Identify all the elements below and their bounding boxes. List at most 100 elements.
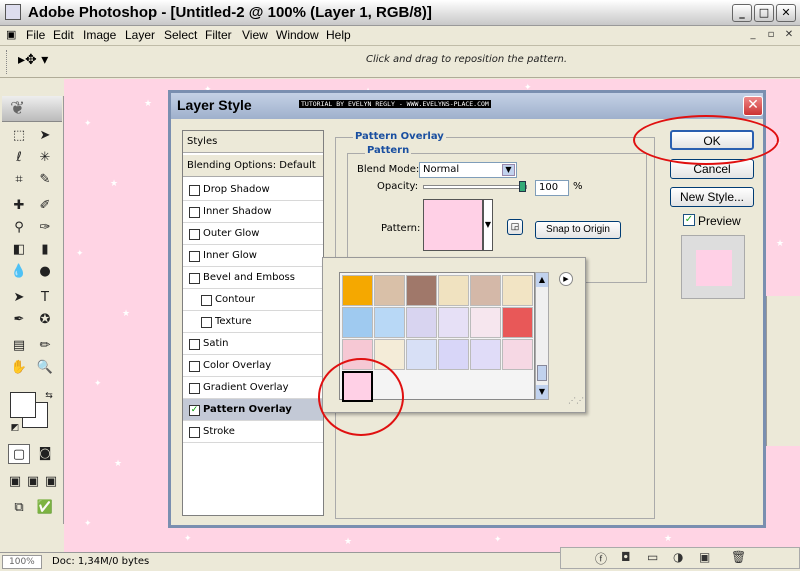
menu-select[interactable]: Select: [164, 28, 197, 42]
minimize-button[interactable]: _: [732, 4, 752, 22]
standard-mode-icon[interactable]: ▢: [8, 444, 30, 464]
crop-tool-icon[interactable]: ⌗: [8, 170, 30, 190]
new-style-button[interactable]: New Style...: [670, 187, 754, 207]
new-preset-icon[interactable]: ◲: [507, 219, 523, 235]
opacity-slider[interactable]: [423, 185, 527, 189]
pattern-swatch[interactable]: [502, 307, 533, 338]
pattern-swatch[interactable]: [406, 275, 437, 306]
maximize-button[interactable]: □: [754, 4, 774, 22]
dodge-tool-icon[interactable]: ●: [34, 262, 56, 282]
menu-filter[interactable]: Filter: [205, 28, 232, 42]
scroll-up-icon[interactable]: ▲: [536, 273, 548, 287]
foreground-color-swatch[interactable]: [10, 392, 36, 418]
style-checkbox[interactable]: [189, 229, 200, 240]
menu-view[interactable]: View: [242, 28, 268, 42]
pattern-swatch[interactable]: [342, 307, 373, 338]
scroll-thumb[interactable]: [537, 365, 547, 381]
pattern-preview[interactable]: [423, 199, 483, 251]
pen-tool-icon[interactable]: ✒: [8, 310, 30, 330]
style-item-color-overlay[interactable]: Color Overlay: [183, 355, 323, 377]
style-item-inner-glow[interactable]: Inner Glow: [183, 245, 323, 267]
style-checkbox[interactable]: [189, 207, 200, 218]
pattern-picker-scrollbar[interactable]: ▲ ▼: [535, 272, 549, 400]
new-layer-icon[interactable]: ▣: [699, 550, 710, 564]
preview-checkbox[interactable]: ✓: [683, 214, 695, 226]
pattern-dropdown-arrow[interactable]: ▼: [483, 199, 493, 251]
style-checkbox[interactable]: ✓: [189, 405, 200, 416]
menu-image[interactable]: Image: [83, 28, 116, 42]
menu-layer[interactable]: Layer: [125, 28, 155, 42]
dialog-close-button[interactable]: ✕: [743, 96, 763, 116]
default-colors-icon[interactable]: ◩: [4, 418, 26, 438]
custom-shape-icon[interactable]: ✪: [34, 310, 56, 330]
history-brush-icon[interactable]: ✑: [34, 218, 56, 238]
pattern-swatch[interactable]: [438, 307, 469, 338]
opacity-input[interactable]: 100: [535, 180, 569, 196]
trash-icon[interactable]: 🗑: [731, 550, 746, 564]
style-item-drop-shadow[interactable]: Drop Shadow: [183, 179, 323, 201]
pattern-swatch[interactable]: [502, 339, 533, 370]
style-item-bevel-and-emboss[interactable]: Bevel and Emboss: [183, 267, 323, 289]
pattern-swatch[interactable]: [470, 275, 501, 306]
style-item-inner-shadow[interactable]: Inner Shadow: [183, 201, 323, 223]
gradient-tool-icon[interactable]: ▮: [34, 240, 56, 260]
clone-stamp-icon[interactable]: ⚲: [8, 218, 30, 238]
notes-tool-icon[interactable]: ▤: [8, 336, 30, 356]
style-item-stroke[interactable]: Stroke: [183, 421, 323, 443]
pattern-swatch[interactable]: [406, 339, 437, 370]
menu-file[interactable]: File: [26, 28, 45, 42]
move-tool-icon[interactable]: ➤: [34, 126, 56, 146]
screen-mode-3-icon[interactable]: ▣: [40, 472, 62, 492]
style-checkbox[interactable]: [189, 361, 200, 372]
doc-minimize-button[interactable]: _: [746, 28, 760, 42]
style-checkbox[interactable]: [201, 317, 212, 328]
healing-brush-icon[interactable]: ✚: [8, 196, 30, 216]
style-checkbox[interactable]: [189, 383, 200, 394]
menu-window[interactable]: Window: [276, 28, 319, 42]
zoom-field[interactable]: 100%: [2, 555, 42, 569]
scroll-down-icon[interactable]: ▼: [536, 385, 548, 399]
style-item-contour[interactable]: Contour: [183, 289, 323, 311]
magic-wand-tool-icon[interactable]: ✳: [34, 148, 56, 168]
pattern-swatch[interactable]: [502, 275, 533, 306]
type-tool-icon[interactable]: T: [34, 288, 56, 308]
pattern-swatch[interactable]: [438, 275, 469, 306]
lasso-tool-icon[interactable]: ℓ: [8, 148, 30, 168]
blur-tool-icon[interactable]: 💧: [8, 262, 30, 282]
adjustment-layer-icon[interactable]: ◑: [673, 550, 683, 564]
layer-style-icon[interactable]: ⓕ: [595, 550, 607, 567]
style-item-pattern-overlay[interactable]: ✓ Pattern Overlay: [183, 399, 323, 421]
slice-tool-icon[interactable]: ✎: [34, 170, 56, 190]
marquee-tool-icon[interactable]: ⬚: [8, 126, 30, 146]
style-checkbox[interactable]: [201, 295, 212, 306]
new-group-icon[interactable]: ▭: [647, 550, 658, 564]
hand-tool-icon[interactable]: ✋: [8, 358, 30, 378]
close-button[interactable]: ✕: [776, 4, 796, 22]
doc-close-button[interactable]: ✕: [782, 28, 796, 42]
doc-size-info[interactable]: Doc: 1,34M/0 bytes: [52, 556, 149, 567]
move-tool-icon[interactable]: ▸✥ ▾: [18, 52, 48, 68]
style-checkbox[interactable]: [189, 427, 200, 438]
edit-in-imageready-icon[interactable]: ✅: [34, 498, 56, 518]
opacity-slider-knob[interactable]: [519, 181, 526, 192]
style-checkbox[interactable]: [189, 273, 200, 284]
pattern-swatch[interactable]: [406, 307, 437, 338]
picker-menu-arrow-icon[interactable]: ▶: [559, 272, 573, 286]
resize-grip-icon[interactable]: ⋰⋰: [568, 397, 584, 411]
style-checkbox[interactable]: [189, 339, 200, 350]
style-item-texture[interactable]: Texture: [183, 311, 323, 333]
style-item-styles[interactable]: Styles: [183, 131, 323, 153]
jump-to-imageready-icon[interactable]: ⧉: [8, 498, 30, 518]
style-checkbox[interactable]: [189, 251, 200, 262]
eraser-tool-icon[interactable]: ◧: [8, 240, 30, 260]
eyedropper-tool-icon[interactable]: ✏: [34, 336, 56, 356]
style-item-satin[interactable]: Satin: [183, 333, 323, 355]
menu-help[interactable]: Help: [326, 28, 351, 42]
pattern-swatch[interactable]: [470, 307, 501, 338]
zoom-tool-icon[interactable]: 🔍: [34, 358, 56, 378]
path-selection-icon[interactable]: ➤: [8, 288, 30, 308]
pattern-swatch[interactable]: [438, 339, 469, 370]
menu-edit[interactable]: Edit: [53, 28, 74, 42]
pattern-swatch[interactable]: [374, 275, 405, 306]
blend-mode-select[interactable]: Normal ▼: [419, 162, 517, 178]
